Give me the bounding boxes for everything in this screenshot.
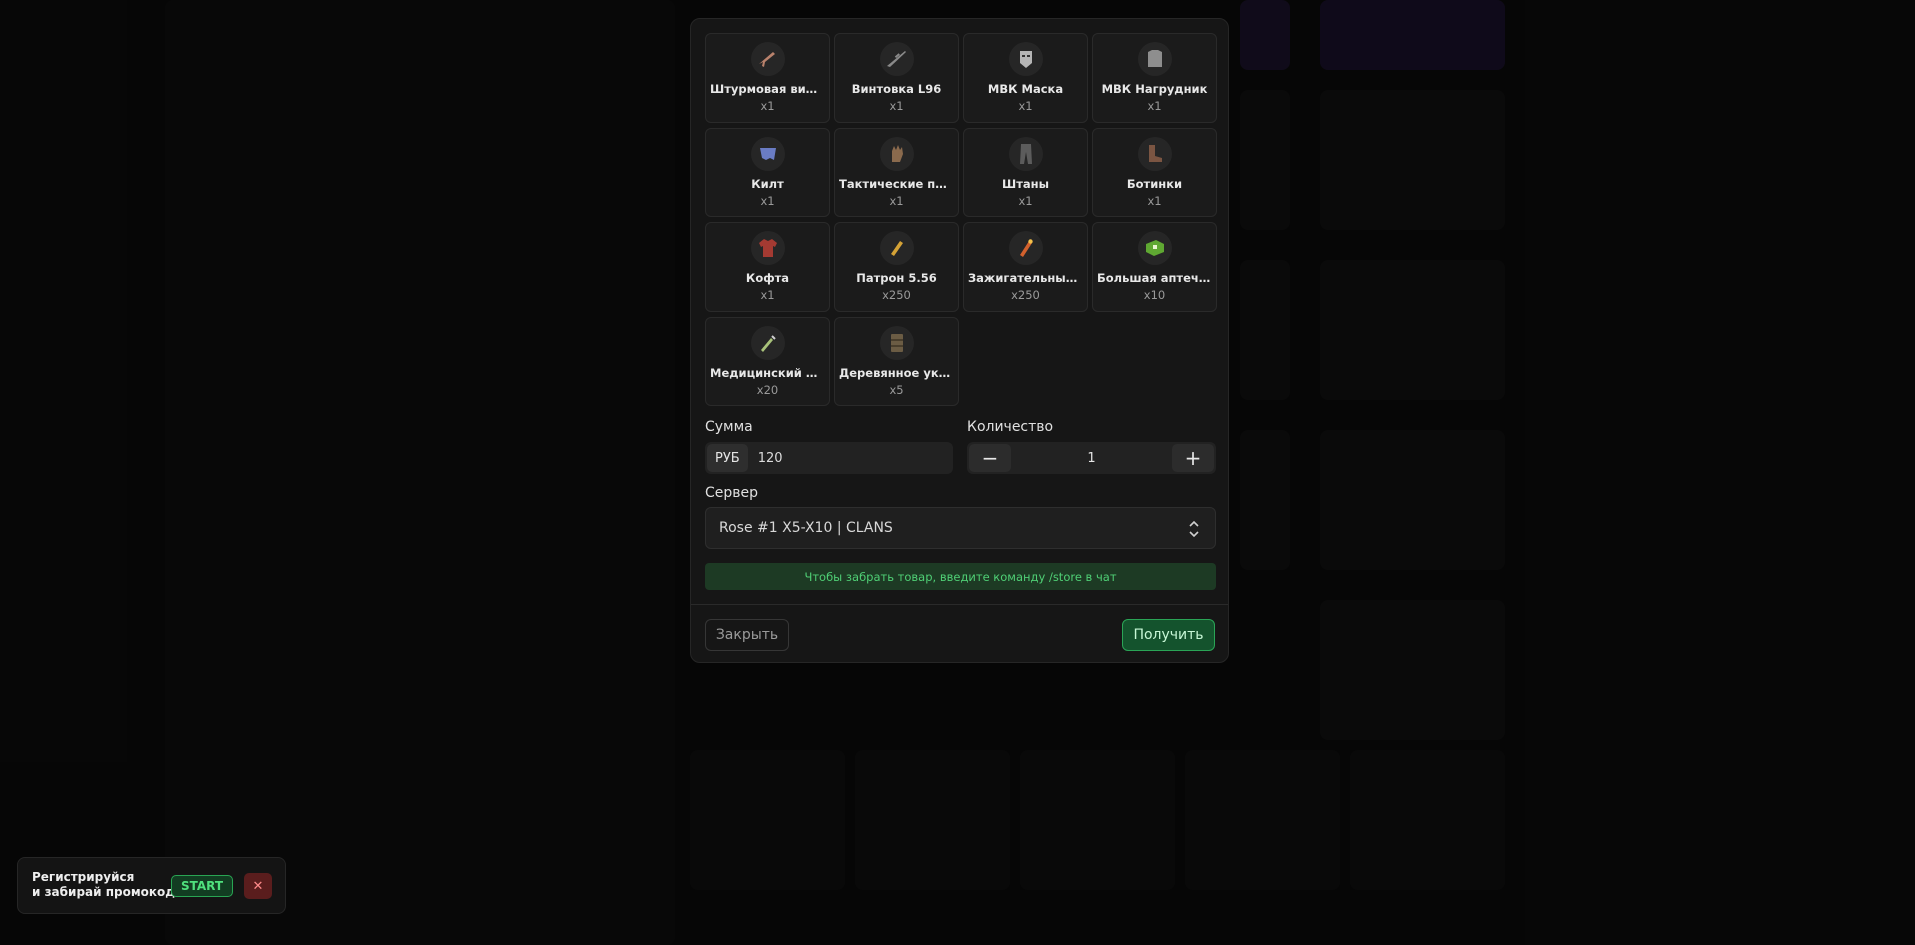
minus-icon: − bbox=[981, 446, 999, 470]
item-quantity: x1 bbox=[760, 288, 775, 302]
item-card[interactable]: Зажигательный п... x250 bbox=[963, 222, 1088, 312]
promo-close-button[interactable]: ✕ bbox=[244, 873, 272, 899]
item-quantity: x1 bbox=[1147, 193, 1162, 208]
item-name: Штаны bbox=[1002, 176, 1049, 191]
promo-text: Регистрируйся и забирай промокод bbox=[32, 870, 175, 900]
item-name: Кофта bbox=[745, 271, 790, 285]
item-card[interactable]: Винтовка L96 x1 bbox=[834, 33, 959, 123]
item-name: Деревянное укр... bbox=[839, 365, 954, 380]
item-card[interactable]: Деревянное укр... x5 bbox=[834, 316, 959, 406]
price-value: 120 bbox=[757, 450, 783, 466]
price-field: РУБ 120 bbox=[705, 442, 953, 474]
item-card[interactable]: Килт x1 bbox=[705, 127, 830, 217]
wooden-barricade-icon bbox=[879, 325, 914, 360]
ammo-icon bbox=[879, 231, 914, 265]
item-name: Винтовка L96 bbox=[851, 82, 942, 96]
item-quantity: x1 bbox=[1147, 99, 1162, 113]
quantity-stepper: − 1 + bbox=[967, 442, 1216, 474]
promo-code-badge[interactable]: START bbox=[171, 875, 234, 897]
item-card[interactable]: Патрон 5.56 x250 bbox=[834, 222, 959, 312]
item-card[interactable]: Тактические пер... x1 bbox=[834, 127, 959, 217]
sniper-rifle-icon bbox=[879, 42, 914, 76]
promo-toast: Регистрируйся и забирай промокод START ✕ bbox=[17, 857, 286, 914]
rifle-icon bbox=[750, 42, 785, 76]
chestplate-icon bbox=[1137, 42, 1172, 76]
product-modal: Штурмовая винто...x1Винтовка L96x1МВК Ма… bbox=[690, 18, 1229, 663]
item-quantity: x1 bbox=[889, 99, 904, 113]
gloves-icon bbox=[879, 136, 914, 171]
item-quantity: x250 bbox=[882, 288, 911, 302]
item-name: Медицинский шп... bbox=[710, 365, 825, 380]
item-quantity: x1 bbox=[1018, 99, 1033, 113]
kilt-icon bbox=[750, 136, 785, 171]
item-card[interactable]: Штаны x1 bbox=[963, 127, 1088, 217]
promo-line-2: и забирай промокод bbox=[32, 885, 175, 899]
item-name: Ботинки bbox=[1126, 176, 1183, 191]
item-name: МВК Маска bbox=[987, 82, 1064, 96]
item-name: Тактические пер... bbox=[839, 176, 954, 191]
item-quantity: x1 bbox=[760, 193, 775, 208]
close-icon: ✕ bbox=[252, 878, 264, 894]
item-card[interactable]: Медицинский шп... x20 bbox=[705, 316, 830, 406]
item-card[interactable]: Большая аптечка x10 bbox=[1092, 222, 1217, 312]
boots-icon bbox=[1137, 136, 1172, 171]
store-hint: Чтобы забрать товар, введите команду /st… bbox=[705, 563, 1216, 590]
item-name: Патрон 5.56 bbox=[856, 271, 937, 285]
footer-divider bbox=[691, 604, 1228, 605]
pants-icon bbox=[1008, 136, 1043, 171]
sum-label: Сумма bbox=[705, 419, 753, 435]
plus-icon: + bbox=[1184, 446, 1202, 470]
item-quantity: x250 bbox=[1011, 288, 1040, 302]
decrease-quantity-button[interactable]: − bbox=[969, 444, 1011, 472]
select-chevrons-icon bbox=[1189, 520, 1199, 538]
syringe-icon bbox=[750, 325, 785, 360]
items-grid: Штурмовая винто...x1Винтовка L96x1МВК Ма… bbox=[705, 33, 1217, 406]
quantity-value[interactable]: 1 bbox=[1011, 442, 1172, 474]
item-name: МВК Нагрудник bbox=[1101, 82, 1208, 96]
medkit-icon bbox=[1137, 231, 1172, 265]
item-card[interactable]: МВК Нагрудник x1 bbox=[1092, 33, 1217, 123]
increase-quantity-button[interactable]: + bbox=[1172, 444, 1214, 472]
metal-mask-icon bbox=[1008, 42, 1043, 76]
get-button[interactable]: Получить bbox=[1122, 619, 1215, 651]
close-button[interactable]: Закрыть bbox=[705, 619, 789, 651]
item-name: Большая аптечка bbox=[1097, 271, 1212, 285]
item-name: Зажигательный п... bbox=[968, 271, 1083, 285]
incendiary-ammo-icon bbox=[1008, 231, 1043, 265]
item-card[interactable]: Ботинки x1 bbox=[1092, 127, 1217, 217]
item-card[interactable]: Штурмовая винто... x1 bbox=[705, 33, 830, 123]
item-quantity: x1 bbox=[1018, 193, 1033, 208]
item-quantity: x1 bbox=[889, 193, 904, 208]
item-quantity: x10 bbox=[1143, 288, 1166, 302]
quantity-label: Количество bbox=[967, 419, 1054, 435]
item-quantity: x20 bbox=[756, 382, 779, 397]
item-quantity: x1 bbox=[760, 99, 775, 113]
server-select-value: Rose #1 X5-X10 | CLANS bbox=[719, 520, 893, 536]
server-label: Сервер bbox=[705, 485, 759, 501]
currency-badge: РУБ bbox=[707, 444, 748, 472]
server-select[interactable]: Rose #1 X5-X10 | CLANS bbox=[705, 507, 1216, 549]
item-card[interactable]: Кофта x1 bbox=[705, 222, 830, 312]
item-quantity: x5 bbox=[889, 382, 904, 397]
item-name: Штурмовая винто... bbox=[710, 82, 825, 96]
item-name: Килт bbox=[751, 176, 784, 191]
item-card[interactable]: МВК Маска x1 bbox=[963, 33, 1088, 123]
jacket-icon bbox=[750, 231, 785, 265]
promo-line-1: Регистрируйся bbox=[32, 870, 135, 884]
